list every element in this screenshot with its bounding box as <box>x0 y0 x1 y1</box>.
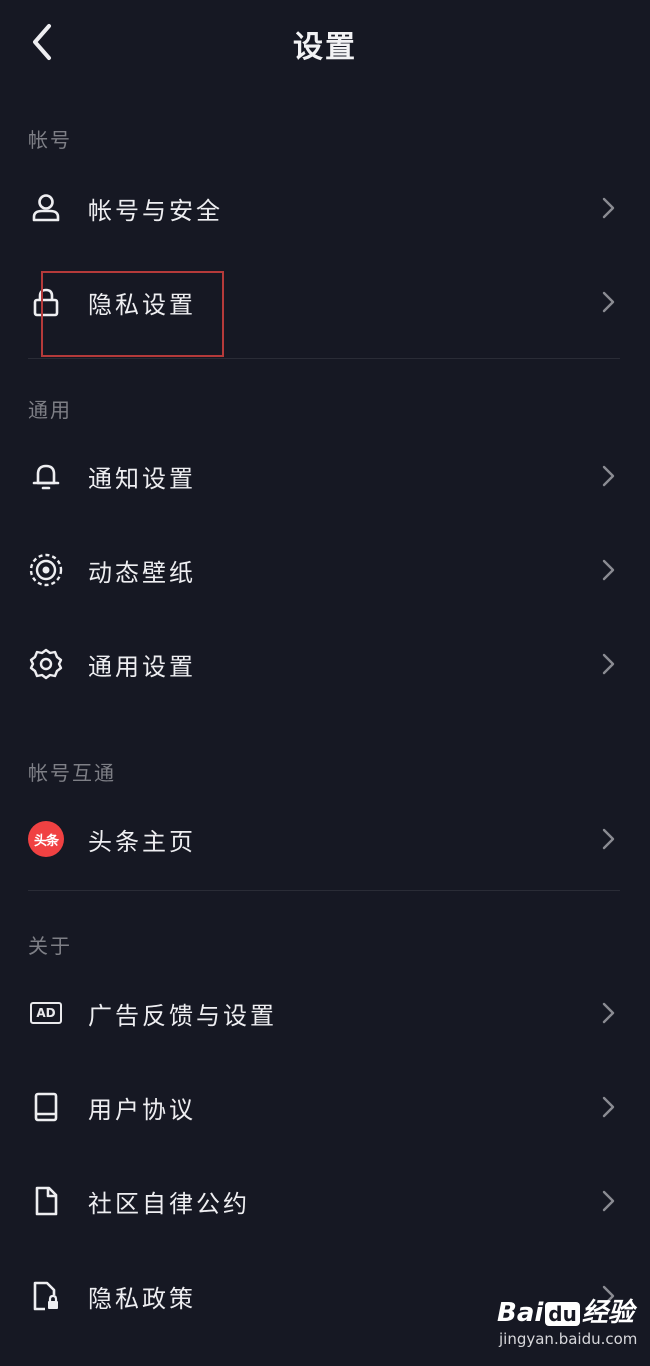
settings-item-notification-settings[interactable]: 通知设置 <box>0 436 650 516</box>
watermark-url: jingyan.baidu.com <box>499 1330 638 1348</box>
settings-item-user-agreement[interactable]: 用户协议 <box>0 1067 650 1147</box>
chevron-right-icon <box>602 1096 615 1118</box>
book-icon <box>26 1087 66 1127</box>
settings-item-general-settings[interactable]: 通用设置 <box>0 624 650 704</box>
section-about-header: 关于 <box>28 934 72 958</box>
chevron-right-icon <box>602 653 615 675</box>
settings-item-label: 社区自律公约 <box>88 1189 250 1218</box>
user-icon <box>26 188 66 228</box>
bell-icon <box>26 456 66 496</box>
chevron-right-icon <box>602 1190 615 1212</box>
watermark-logo: Bai du 经验 <box>497 1292 634 1329</box>
settings-item-ad-feedback[interactable]: AD 广告反馈与设置 <box>0 973 650 1053</box>
ad-badge-text: AD <box>30 1002 62 1024</box>
settings-item-label: 通用设置 <box>88 652 196 681</box>
settings-item-toutiao-homepage[interactable]: 头条 头条主页 <box>0 799 650 879</box>
chevron-right-icon <box>602 1002 615 1024</box>
settings-item-label: 通知设置 <box>88 464 196 493</box>
settings-item-community-convention[interactable]: 社区自律公约 <box>0 1161 650 1241</box>
chevron-right-icon <box>602 197 615 219</box>
chevron-right-icon <box>602 291 615 313</box>
document-icon <box>26 1181 66 1221</box>
section-account-header: 帐号 <box>28 128 72 152</box>
baidu-jingyan-watermark: Bai du 经验 jingyan.baidu.com <box>497 1292 647 1358</box>
chevron-right-icon <box>602 828 615 850</box>
page-title: 设置 <box>293 30 357 65</box>
settings-item-label: 动态壁纸 <box>88 558 196 587</box>
toutiao-logo-icon: 头条 <box>26 819 66 859</box>
watermark-paw-mark: du <box>545 1302 580 1326</box>
highlight-annotation-box <box>41 271 224 357</box>
section-general-header: 通用 <box>28 398 72 422</box>
wallpaper-icon <box>26 550 66 590</box>
document-lock-icon <box>26 1276 66 1316</box>
gear-icon <box>26 644 66 684</box>
chevron-right-icon <box>602 559 615 581</box>
settings-item-label: 头条主页 <box>88 827 196 856</box>
header: 设置 <box>0 0 650 84</box>
settings-item-account-security[interactable]: 帐号与安全 <box>0 168 650 248</box>
settings-item-label: 广告反馈与设置 <box>88 1001 277 1030</box>
settings-item-label: 帐号与安全 <box>88 196 223 225</box>
watermark-logo-right: 经验 <box>581 1298 634 1328</box>
settings-item-label: 隐私政策 <box>88 1284 196 1313</box>
divider <box>28 890 620 891</box>
toutiao-badge-text: 头条 <box>28 821 64 857</box>
ad-icon: AD <box>26 993 66 1033</box>
settings-item-label: 用户协议 <box>88 1095 196 1124</box>
chevron-right-icon <box>602 465 615 487</box>
divider <box>28 358 620 359</box>
section-interop-header: 帐号互通 <box>28 761 116 785</box>
settings-item-live-wallpaper[interactable]: 动态壁纸 <box>0 530 650 610</box>
watermark-logo-left: Bai <box>497 1298 544 1328</box>
